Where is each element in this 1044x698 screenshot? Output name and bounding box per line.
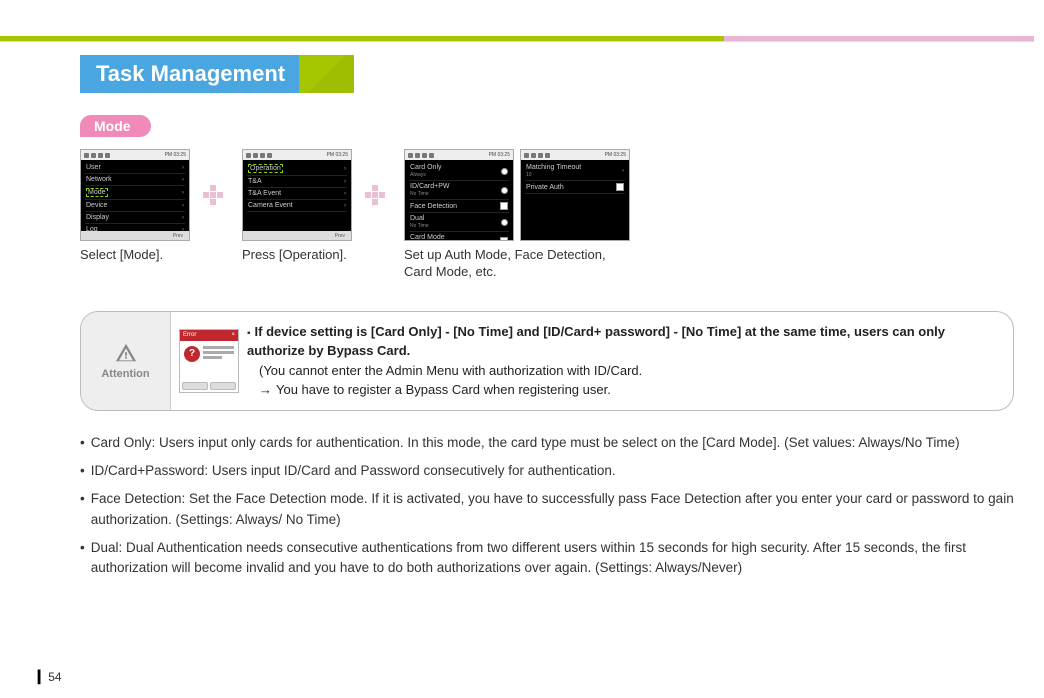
- step-arrow-icon: [360, 149, 396, 241]
- menu-item: Camera Event›: [247, 200, 347, 212]
- step3-caption: Set up Auth Mode, Face Detection, Card M…: [404, 247, 614, 281]
- menu-item: User›: [85, 162, 185, 174]
- description-item: •Card Only: Users input only cards for a…: [80, 433, 1014, 453]
- phone-screen-1: PM 03:25 User›Network›Mode›Device›Displa…: [80, 149, 190, 241]
- settings-item: ID/Card+PWNo Time: [409, 181, 509, 200]
- phone-screen-3a: PM 03:25 Card OnlyAlwaysID/Card+PWNo Tim…: [404, 149, 514, 241]
- question-icon: ?: [184, 346, 200, 362]
- status-time: PM 03:25: [489, 152, 510, 158]
- menu-item: Mode›: [85, 186, 185, 200]
- step-arrow-icon: [198, 149, 234, 241]
- menu-item: T&A Event›: [247, 188, 347, 200]
- menu-item: Operation›: [247, 162, 347, 176]
- screenshot-steps-row: PM 03:25 User›Network›Mode›Device›Displa…: [80, 149, 1014, 281]
- subsection-pill: Mode: [80, 115, 151, 137]
- settings-item: Card OnlyAlways: [409, 162, 509, 181]
- attention-callout: Attention Error × ? If device setting is …: [80, 311, 1014, 411]
- menu-item: Display›: [85, 212, 185, 224]
- menu-item: T&A›: [247, 176, 347, 188]
- settings-item: Matching Timeout10›: [525, 162, 625, 181]
- step-3: PM 03:25 Card OnlyAlwaysID/Card+PWNo Tim…: [404, 149, 630, 281]
- footer-prev: Prev: [335, 233, 345, 239]
- phone-screen-3b: PM 03:25 Matching Timeout10›Private Auth: [520, 149, 630, 241]
- menu-item: Device›: [85, 200, 185, 212]
- description-item: •Dual: Dual Authentication needs consecu…: [80, 538, 1014, 579]
- settings-item: Face Detection: [409, 200, 509, 213]
- settings-item: Card ModeProx 125k: [409, 232, 509, 241]
- phone-screen-2: PM 03:25 Operation›T&A›T&A Event›Camera …: [242, 149, 352, 241]
- page-number-value: 54: [48, 670, 61, 684]
- page-number: ▎54: [38, 670, 62, 684]
- attention-badge: Attention: [81, 312, 171, 410]
- step-2: PM 03:25 Operation›T&A›T&A Event›Camera …: [242, 149, 352, 264]
- attention-line1: If device setting is [Card Only] - [No T…: [247, 324, 945, 359]
- section-title: Task Management: [80, 55, 299, 93]
- attention-text: If device setting is [Card Only] - [No T…: [247, 312, 1013, 410]
- heading-decoration: [299, 55, 354, 93]
- settings-item: Private Auth: [525, 181, 625, 194]
- description-item: •Face Detection: Set the Face Detection …: [80, 489, 1014, 530]
- description-list: •Card Only: Users input only cards for a…: [80, 433, 1014, 579]
- attention-label: Attention: [101, 368, 149, 380]
- attention-line2: (You cannot enter the Admin Menu with au…: [247, 361, 1001, 381]
- step2-caption: Press [Operation].: [242, 247, 352, 264]
- step-1: PM 03:25 User›Network›Mode›Device›Displa…: [80, 149, 190, 264]
- settings-item: DualNo Time: [409, 213, 509, 232]
- section-heading: Task Management: [80, 55, 1014, 93]
- attention-line3: You have to register a Bypass Card when …: [276, 382, 611, 397]
- top-decorative-rule: [0, 36, 1034, 42]
- error-title: Error: [183, 332, 196, 338]
- close-icon: ×: [231, 332, 235, 338]
- status-time: PM 03:25: [605, 152, 626, 158]
- description-item: •ID/Card+Password: Users input ID/Card a…: [80, 461, 1014, 481]
- status-icons: [84, 153, 110, 158]
- attention-error-thumbnail: Error × ?: [171, 312, 247, 410]
- status-time: PM 03:25: [165, 152, 186, 158]
- status-time: PM 03:25: [327, 152, 348, 158]
- warning-icon: [115, 342, 137, 364]
- footer-prev: Prev: [173, 233, 183, 239]
- menu-item: Network›: [85, 174, 185, 186]
- step1-caption: Select [Mode].: [80, 247, 190, 264]
